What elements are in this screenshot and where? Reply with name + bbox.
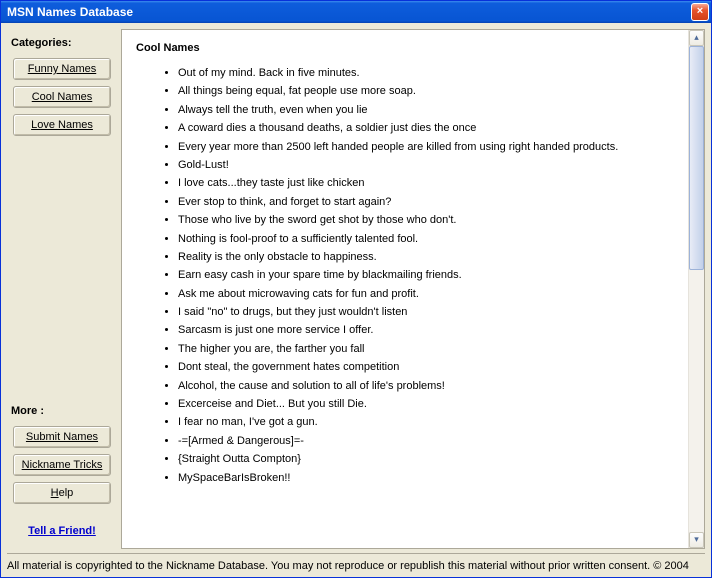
body-area: Categories: Funny Names Cool Names Love … xyxy=(1,23,711,551)
categories-heading: Categories: xyxy=(11,37,113,49)
list-item: Out of my mind. Back in five minutes. xyxy=(178,66,674,81)
sidebar: Categories: Funny Names Cool Names Love … xyxy=(7,29,117,549)
cool-names-button[interactable]: Cool Names xyxy=(13,86,111,108)
content-panel: Cool Names Out of my mind. Back in five … xyxy=(121,29,705,549)
list-item: {Straight Outta Compton} xyxy=(178,452,674,467)
app-window: MSN Names Database × Categories: Funny N… xyxy=(0,0,712,578)
list-item: Sarcasm is just one more service I offer… xyxy=(178,323,674,338)
list-item: Every year more than 2500 left handed pe… xyxy=(178,140,674,155)
titlebar: MSN Names Database × xyxy=(1,1,711,23)
list-item: Always tell the truth, even when you lie xyxy=(178,103,674,118)
content-heading: Cool Names xyxy=(136,42,674,54)
list-item: All things being equal, fat people use m… xyxy=(178,84,674,99)
love-names-button[interactable]: Love Names xyxy=(13,114,111,136)
scroll-up-icon[interactable]: ▴ xyxy=(689,30,704,46)
list-item: Reality is the only obstacle to happines… xyxy=(178,250,674,265)
list-item: Dont steal, the government hates competi… xyxy=(178,360,674,375)
scrollbar[interactable]: ▴ ▾ xyxy=(688,30,704,548)
scroll-down-icon[interactable]: ▾ xyxy=(689,532,704,548)
tell-a-friend-link[interactable]: Tell a Friend! xyxy=(9,525,115,537)
window-title: MSN Names Database xyxy=(7,5,691,19)
submit-names-button[interactable]: Submit Names xyxy=(13,426,111,448)
names-list: Out of my mind. Back in five minutes. All… xyxy=(178,66,674,486)
list-item: Excerceise and Diet... But you still Die… xyxy=(178,397,674,412)
help-button[interactable]: Help xyxy=(13,482,111,504)
content-inner: Cool Names Out of my mind. Back in five … xyxy=(122,30,688,548)
list-item: I fear no man, I've got a gun. xyxy=(178,415,674,430)
nickname-tricks-button[interactable]: Nickname Tricks xyxy=(13,454,111,476)
list-item: Earn easy cash in your spare time by bla… xyxy=(178,268,674,283)
list-item: MySpaceBarIsBroken!! xyxy=(178,471,674,486)
list-item: Alcohol, the cause and solution to all o… xyxy=(178,379,674,394)
list-item: Ever stop to think, and forget to start … xyxy=(178,195,674,210)
funny-names-button[interactable]: Funny Names xyxy=(13,58,111,80)
list-item: A coward dies a thousand deaths, a soldi… xyxy=(178,121,674,136)
list-item: The higher you are, the farther you fall xyxy=(178,342,674,357)
list-item: -=[Armed & Dangerous]=- xyxy=(178,434,674,449)
list-item: I love cats...they taste just like chick… xyxy=(178,176,674,191)
close-icon[interactable]: × xyxy=(691,3,709,21)
scroll-thumb[interactable] xyxy=(689,46,704,270)
list-item: Ask me about microwaving cats for fun an… xyxy=(178,287,674,302)
list-item: I said "no" to drugs, but they just woul… xyxy=(178,305,674,320)
list-item: Gold-Lust! xyxy=(178,158,674,173)
list-item: Nothing is fool-proof to a sufficiently … xyxy=(178,232,674,247)
more-heading: More : xyxy=(11,405,113,417)
footer-text: All material is copyrighted to the Nickn… xyxy=(7,553,705,573)
scroll-track[interactable] xyxy=(689,46,704,532)
list-item: Those who live by the sword get shot by … xyxy=(178,213,674,228)
